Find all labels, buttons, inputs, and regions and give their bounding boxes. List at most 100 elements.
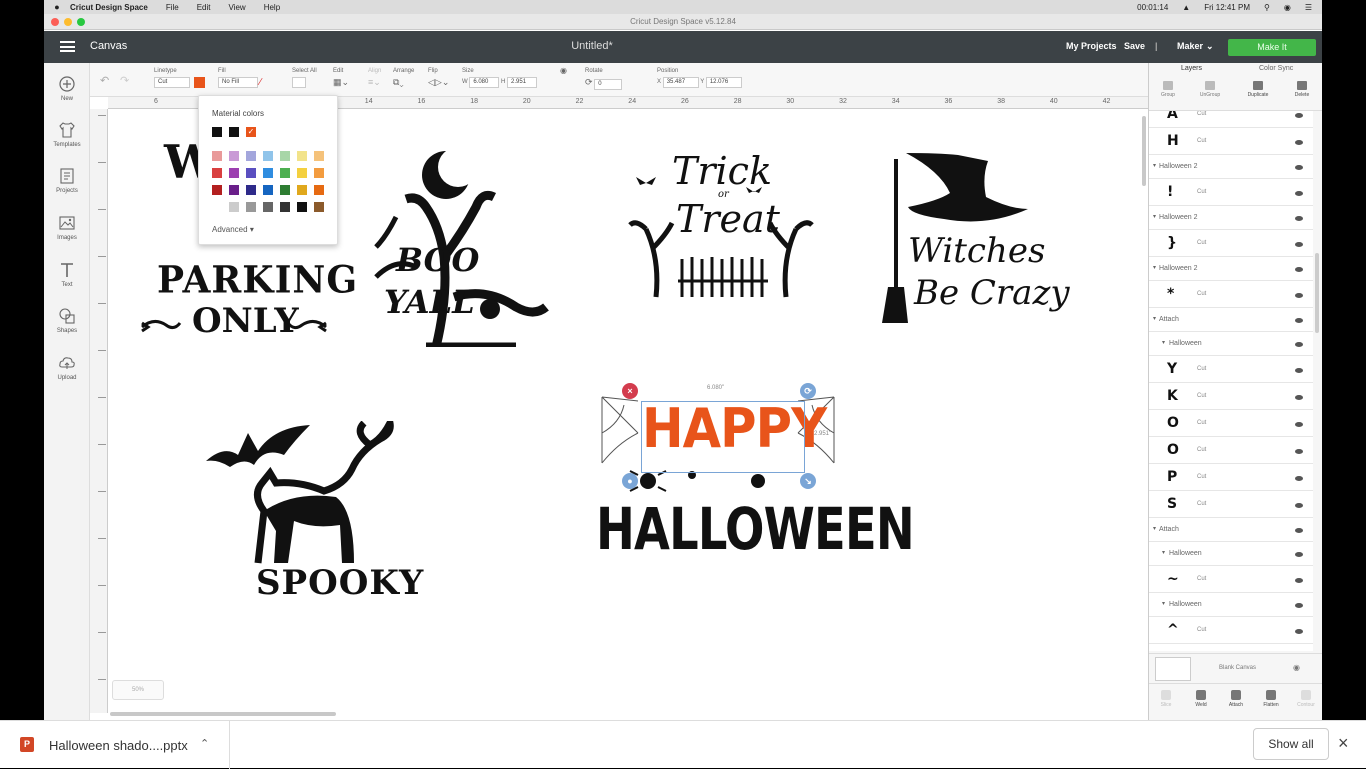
layer-item[interactable]: P Cut bbox=[1149, 464, 1313, 491]
blank-canvas-row[interactable]: Blank Canvas ◉ bbox=[1149, 653, 1322, 683]
position-x-input[interactable]: 35.487 bbox=[662, 77, 699, 88]
duplicate-button[interactable]: Duplicate bbox=[1241, 81, 1275, 98]
rotate-handle-icon[interactable]: ⟳ bbox=[800, 383, 816, 399]
collapse-chevron-icon[interactable]: ▾ bbox=[1153, 315, 1156, 322]
color-swatch[interactable] bbox=[263, 151, 273, 161]
tab-color-sync[interactable]: Color Sync bbox=[1259, 65, 1293, 72]
layer-group[interactable]: Halloween ▾ bbox=[1149, 542, 1313, 566]
eye-icon[interactable] bbox=[1295, 528, 1303, 533]
color-swatch[interactable] bbox=[297, 151, 307, 161]
layer-group[interactable]: Halloween ▾ bbox=[1149, 332, 1313, 356]
group-button[interactable]: Group bbox=[1151, 81, 1185, 98]
search-icon[interactable]: ⚲ bbox=[1264, 3, 1270, 12]
zoom-control[interactable]: 50% bbox=[112, 680, 164, 700]
color-swatch[interactable] bbox=[280, 202, 290, 212]
eye-icon[interactable] bbox=[1295, 629, 1303, 634]
layer-item[interactable]: O Cut bbox=[1149, 437, 1313, 464]
color-swatch[interactable] bbox=[229, 151, 239, 161]
download-file-name[interactable]: Halloween shado....pptx bbox=[49, 738, 188, 753]
sidebar-upload[interactable]: Upload bbox=[44, 354, 90, 381]
user-icon[interactable]: ◉ bbox=[1284, 3, 1291, 12]
layer-item[interactable]: } Cut bbox=[1149, 230, 1313, 257]
color-swatch[interactable] bbox=[229, 185, 239, 195]
color-swatch[interactable] bbox=[314, 202, 324, 212]
color-swatch[interactable] bbox=[212, 127, 222, 137]
collapse-chevron-icon[interactable]: ▾ bbox=[1162, 549, 1165, 556]
layer-group[interactable]: Attach ▾ bbox=[1149, 308, 1313, 332]
layer-item[interactable]: Y Cut bbox=[1149, 356, 1313, 383]
collapse-chevron-icon[interactable]: ▾ bbox=[1162, 600, 1165, 607]
sidebar-projects[interactable]: Projects bbox=[44, 167, 90, 194]
linetype-color-swatch[interactable] bbox=[193, 77, 205, 88]
my-projects-link[interactable]: My Projects bbox=[1066, 41, 1117, 51]
layer-group[interactable]: Halloween 2 ▾ bbox=[1149, 257, 1313, 281]
eye-icon[interactable] bbox=[1295, 422, 1303, 427]
collapse-chevron-icon[interactable]: ▾ bbox=[1153, 264, 1156, 271]
menu-list-icon[interactable]: ☰ bbox=[1305, 3, 1312, 12]
color-swatch[interactable] bbox=[297, 185, 307, 195]
eye-icon[interactable] bbox=[1295, 503, 1303, 508]
eye-icon[interactable] bbox=[1295, 293, 1303, 298]
yall-text[interactable]: YALL bbox=[384, 283, 475, 321]
collapse-chevron-icon[interactable]: ▾ bbox=[1153, 213, 1156, 220]
collapse-chevron-icon[interactable]: ▾ bbox=[1162, 339, 1165, 346]
layer-item[interactable]: H Cut bbox=[1149, 128, 1313, 155]
color-swatch[interactable] bbox=[229, 202, 239, 212]
lock-icon[interactable]: ◉ bbox=[560, 66, 567, 75]
color-swatch[interactable] bbox=[246, 151, 256, 161]
menu-app-name[interactable]: Cricut Design Space bbox=[70, 3, 148, 12]
save-link[interactable]: Save bbox=[1124, 41, 1145, 51]
eye-icon[interactable] bbox=[1295, 476, 1303, 481]
layer-item[interactable]: * Cut bbox=[1149, 281, 1313, 308]
color-swatch[interactable] bbox=[246, 168, 256, 178]
selection-box[interactable] bbox=[641, 401, 805, 473]
resize-handle-icon[interactable]: ↘ bbox=[800, 473, 816, 489]
menu-file[interactable]: File bbox=[166, 3, 179, 12]
eye-icon[interactable] bbox=[1295, 140, 1303, 145]
halloween-text[interactable]: HALLOWEEN bbox=[596, 495, 915, 563]
download-item[interactable]: P Halloween shado....pptx ⌃ bbox=[0, 721, 230, 769]
flatten-button[interactable]: Flatten bbox=[1254, 690, 1288, 708]
eye-icon[interactable] bbox=[1295, 449, 1303, 454]
layer-item[interactable]: A Cut bbox=[1149, 111, 1313, 128]
close-window-icon[interactable] bbox=[51, 18, 59, 26]
color-swatch[interactable] bbox=[280, 168, 290, 178]
arrange-icon[interactable]: ⧉⌄ bbox=[393, 77, 404, 87]
no-fill-icon[interactable]: ∕ bbox=[260, 77, 262, 88]
close-icon[interactable]: × bbox=[1338, 733, 1349, 754]
spooky-text[interactable]: SPOOKY bbox=[256, 563, 424, 603]
color-swatch[interactable] bbox=[212, 185, 222, 195]
show-all-button[interactable]: Show all bbox=[1253, 728, 1329, 760]
parking-text[interactable]: PARKING bbox=[157, 258, 358, 302]
layer-group[interactable]: Halloween 2 ▾ bbox=[1149, 155, 1313, 179]
color-swatch[interactable] bbox=[212, 151, 222, 161]
machine-selector[interactable]: Maker bbox=[1177, 41, 1203, 51]
color-swatch[interactable] bbox=[280, 151, 290, 161]
color-swatch[interactable] bbox=[314, 168, 324, 178]
eye-icon[interactable] bbox=[1295, 342, 1303, 347]
width-input[interactable]: 6.080 bbox=[469, 77, 500, 88]
color-swatch[interactable] bbox=[314, 151, 324, 161]
layer-group[interactable]: Attach ▾ bbox=[1149, 518, 1313, 542]
wifi-icon[interactable]: ▲ bbox=[1182, 3, 1190, 12]
fill-select[interactable]: No Fill bbox=[218, 77, 258, 88]
eye-icon[interactable] bbox=[1295, 191, 1303, 196]
delete-handle-icon[interactable]: × bbox=[622, 383, 638, 399]
color-swatch[interactable] bbox=[246, 202, 256, 212]
color-swatch[interactable] bbox=[314, 185, 324, 195]
minimize-window-icon[interactable] bbox=[64, 18, 72, 26]
chevron-up-icon[interactable]: ⌃ bbox=[200, 737, 209, 750]
contour-button[interactable]: Contour bbox=[1289, 690, 1322, 708]
eye-icon[interactable] bbox=[1295, 216, 1303, 221]
eye-icon[interactable] bbox=[1295, 368, 1303, 373]
ungroup-button[interactable]: UnGroup bbox=[1193, 81, 1227, 98]
layer-item[interactable]: ^ Cut bbox=[1149, 617, 1313, 644]
chevron-down-icon[interactable]: ⌄ bbox=[1206, 41, 1214, 52]
layer-item[interactable]: ! Cut bbox=[1149, 179, 1313, 206]
color-swatch[interactable] bbox=[229, 168, 239, 178]
color-swatch[interactable] bbox=[280, 185, 290, 195]
flip-icon[interactable]: ◁▷⌄ bbox=[428, 77, 449, 87]
layer-item[interactable]: O Cut bbox=[1149, 410, 1313, 437]
menu-help[interactable]: Help bbox=[264, 3, 280, 12]
eye-icon[interactable] bbox=[1295, 267, 1303, 272]
